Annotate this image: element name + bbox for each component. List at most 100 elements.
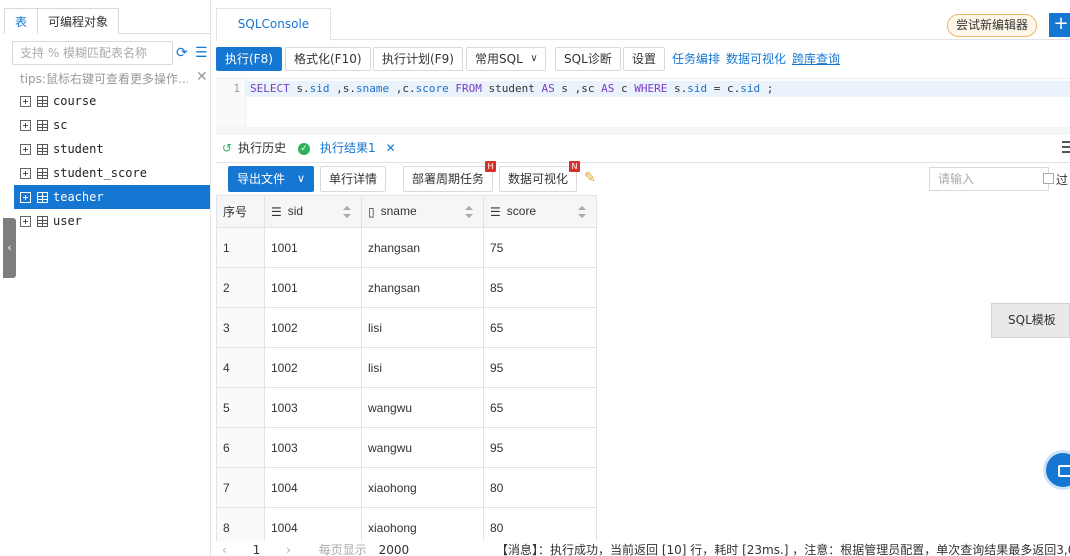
expand-icon[interactable] <box>20 215 31 227</box>
column-header-label: sid <box>287 204 304 219</box>
list-icon: ☰ <box>271 204 282 219</box>
menu-icon[interactable] <box>1062 141 1070 155</box>
result-table: 序号 ☰ sid ▯ sname ☰ score 1 1001 zhangsan 75 21… <box>216 195 597 548</box>
run-button[interactable]: 执行(F8) <box>216 47 282 71</box>
history-label: 执行历史 <box>238 141 287 155</box>
cell-sid[interactable]: 1001 <box>264 227 362 268</box>
format-button[interactable]: 格式化(F10) <box>285 47 371 71</box>
cell-sid[interactable]: 1003 <box>264 387 362 428</box>
tree-item-teacher[interactable]: teacher <box>14 185 210 209</box>
splitter[interactable] <box>216 127 1070 135</box>
cell-score[interactable]: 75 <box>483 227 597 268</box>
cell-sid[interactable]: 1001 <box>264 267 362 308</box>
expand-icon[interactable] <box>20 191 31 203</box>
execution-plan-button[interactable]: 执行计划(F9) <box>373 47 463 71</box>
column-header-score[interactable]: ☰ score <box>483 195 597 228</box>
expand-icon[interactable] <box>20 95 31 107</box>
tree-item-sc[interactable]: sc <box>14 113 210 137</box>
column-header-sname[interactable]: ▯ sname <box>361 195 484 228</box>
page-size-label: 每页显示 <box>318 543 367 556</box>
cell-sid[interactable]: 1002 <box>264 347 362 388</box>
table-search-input[interactable] <box>12 41 173 65</box>
column-header-sid[interactable]: ☰ sid <box>264 195 362 228</box>
list-icon: ☰ <box>490 204 501 219</box>
tab-tables[interactable]: 表 <box>4 8 39 34</box>
common-sql-label: 常用SQL <box>475 52 523 66</box>
filter-list-icon[interactable]: ☰ <box>195 45 208 61</box>
history-icon: ↺ <box>222 141 233 155</box>
page-size-select[interactable]: 2000 <box>379 543 410 556</box>
cell-score[interactable]: 65 <box>483 387 597 428</box>
result-tabs: ↺ 执行历史 ✓ 执行结果1 ✕ <box>216 135 1070 163</box>
tree-item-label: student <box>53 142 104 156</box>
sql-template-button[interactable]: SQL模板 <box>991 303 1070 338</box>
table-row[interactable]: 5 1003 wangwu 65 <box>216 387 597 428</box>
expand-icon[interactable] <box>20 143 31 155</box>
current-page[interactable]: 1 <box>253 543 261 556</box>
tab-sqlconsole[interactable]: SQLConsole <box>216 8 331 41</box>
cross-db-query-link[interactable]: 跨库查询 <box>792 47 840 71</box>
settings-button[interactable]: 设置 <box>623 47 666 71</box>
cell-score[interactable]: 95 <box>483 347 597 388</box>
sort-icon[interactable] <box>343 206 351 218</box>
table-row[interactable]: 6 1003 wangwu 95 <box>216 427 597 468</box>
sql-editor[interactable]: 1 SELECT s.sid ,s.sname ,c.score FROM st… <box>216 78 1070 128</box>
status-message: 【消息】：执行成功，当前返回 [10] 行，耗时 [23ms.] ，注意：根据管… <box>496 543 1070 556</box>
cell-sname[interactable]: wangwu <box>361 387 484 428</box>
cell-sname[interactable]: zhangsan <box>361 227 484 268</box>
sort-icon[interactable] <box>465 206 473 218</box>
table-row[interactable]: 1 1001 zhangsan 75 <box>216 227 597 268</box>
cell-sname[interactable]: wangwu <box>361 427 484 468</box>
tab-programmable-objects[interactable]: 可编程对象 <box>38 8 120 34</box>
cell-sname[interactable]: lisi <box>361 347 484 388</box>
prev-page-icon[interactable]: ‹ <box>222 543 227 556</box>
common-sql-dropdown[interactable]: 常用SQL ∨ <box>466 47 546 71</box>
try-new-editor-button[interactable]: 尝试新编辑器 <box>947 14 1038 37</box>
sql-diagnose-button[interactable]: SQL诊断 <box>555 47 621 71</box>
chat-assistant-icon[interactable] <box>1043 450 1070 490</box>
close-tab-icon[interactable]: ✕ <box>386 141 396 155</box>
table-row[interactable]: 3 1002 lisi 65 <box>216 307 597 348</box>
filter-checkbox-label: 过 <box>1056 173 1069 187</box>
cell-sid[interactable]: 1004 <box>264 467 362 508</box>
cell-score[interactable]: 95 <box>483 427 597 468</box>
refresh-icon[interactable]: ⟳ <box>176 45 188 61</box>
result-tab-label: 执行结果1 <box>320 141 376 155</box>
cell-sname[interactable]: zhangsan <box>361 267 484 308</box>
result-search-input[interactable] <box>929 167 1049 191</box>
cell-score[interactable]: 80 <box>483 467 597 508</box>
edit-pencil-icon[interactable]: ✎ <box>584 170 596 186</box>
expand-icon[interactable] <box>20 167 31 179</box>
table-row[interactable]: 4 1002 lisi 95 <box>216 347 597 388</box>
add-tab-button[interactable]: + <box>1049 13 1070 37</box>
collapse-panel-handle[interactable]: ‹ <box>3 218 16 278</box>
row-detail-button[interactable]: 单行详情 <box>320 166 387 192</box>
cell-sid[interactable]: 1003 <box>264 427 362 468</box>
table-row[interactable]: 2 1001 zhangsan 85 <box>216 267 597 308</box>
next-page-icon[interactable]: › <box>286 543 291 556</box>
sort-icon[interactable] <box>578 206 586 218</box>
tree-item-student[interactable]: student <box>14 137 210 161</box>
cell-sid[interactable]: 1002 <box>264 307 362 348</box>
filter-checkbox[interactable] <box>1043 173 1054 184</box>
deploy-task-button[interactable]: 部署周期任务 H <box>403 161 497 192</box>
close-icon[interactable]: ✕ <box>196 69 208 85</box>
cell-score[interactable]: 85 <box>483 267 597 308</box>
tree-item-course[interactable]: course <box>14 89 210 113</box>
cell-score[interactable]: 65 <box>483 307 597 348</box>
editor-toolbar: 执行(F8) 格式化(F10) 执行计划(F9) 常用SQL ∨ SQL诊断 设置… <box>216 47 1070 73</box>
cell-sname[interactable]: xiaohong <box>361 467 484 508</box>
table-icon <box>37 143 48 155</box>
tree-item-user[interactable]: user <box>14 209 210 233</box>
export-file-button[interactable]: 导出文件 ∨ <box>228 166 315 192</box>
table-row[interactable]: 7 1004 xiaohong 80 <box>216 467 597 508</box>
task-orchestration-link[interactable]: 任务编排 <box>672 47 720 71</box>
visualize-button[interactable]: 数据可视化 N <box>499 161 581 192</box>
data-visualization-link[interactable]: 数据可视化 <box>726 47 786 71</box>
expand-icon[interactable] <box>20 119 31 131</box>
cell-sname[interactable]: lisi <box>361 307 484 348</box>
tab-result-1[interactable]: ✓ 执行结果1 ✕ <box>298 135 396 163</box>
tree-item-student-score[interactable]: student_score <box>14 161 210 185</box>
sql-code-line[interactable]: SELECT s.sid ,s.sname ,c.score FROM stud… <box>246 81 1070 97</box>
tab-history[interactable]: ↺ 执行历史 <box>222 135 286 163</box>
